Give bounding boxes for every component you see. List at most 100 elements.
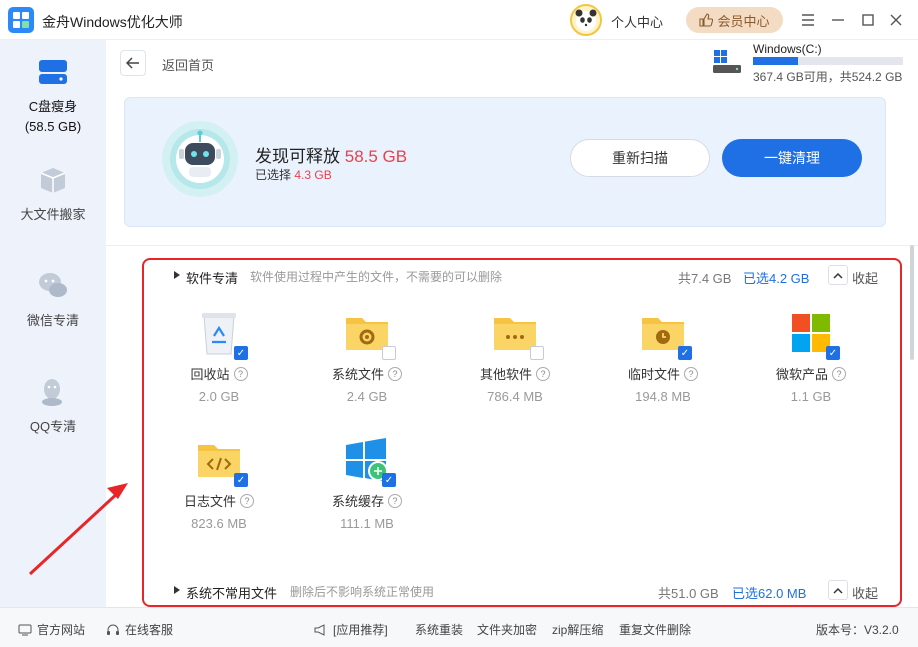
close-icon[interactable] <box>886 10 906 30</box>
footer-link-zip[interactable]: zip解压缩 <box>552 621 603 638</box>
section-header-software[interactable]: 软件专清 软件使用过程中产生的文件，不需要的可以删除 共7.4 GB 已选4.2… <box>144 265 900 287</box>
checkbox-unchecked[interactable]: ✓ <box>530 346 544 360</box>
user-center-link[interactable]: 个人中心 <box>611 12 663 31</box>
help-icon[interactable]: ? <box>240 493 254 508</box>
found-releasable: 发现可释放 58.5 GB <box>255 142 407 167</box>
footer-link-system-reinstall[interactable]: 系统重装 <box>415 621 463 638</box>
checkbox-checked[interactable]: ✓ <box>234 473 248 487</box>
sidebar-item-label: 大文件搬家 <box>20 207 86 222</box>
clean-item-recycle-bin[interactable]: ✓ 回收站? 2.0 GB <box>159 310 279 404</box>
section-header-system-unused[interactable]: 系统不常用文件 删除后不影响系统正常使用 共51.0 GB 已选62.0 MB … <box>144 580 900 602</box>
item-name: 临时文件 <box>627 367 680 382</box>
disk-icon <box>39 60 67 84</box>
windows-drive-icon <box>713 50 741 73</box>
help-icon[interactable]: ? <box>233 366 248 381</box>
scan-summary-card: 发现可释放 58.5 GB 已选择 4.3 GB 重新扫描 一键清理 <box>124 97 886 227</box>
minimize-icon[interactable] <box>828 10 848 30</box>
avatar[interactable] <box>570 4 602 36</box>
expand-triangle-icon <box>174 586 180 594</box>
clean-item-system-cache[interactable]: ✓ 系统缓存? 111.1 MB <box>307 437 427 531</box>
checkbox-unchecked[interactable]: ✓ <box>382 346 396 360</box>
checkbox-checked[interactable]: ✓ <box>234 346 248 360</box>
sidebar-item-wechat-clean[interactable]: 微信专清 <box>0 268 106 329</box>
drive-usage-fill <box>753 57 798 65</box>
menu-icon[interactable] <box>798 10 818 30</box>
wechat-icon <box>39 273 67 297</box>
sidebar-item-label: C盘瘦身 <box>28 99 78 114</box>
clean-item-log-files[interactable]: ✓ 日志文件? 823.6 MB <box>159 437 279 531</box>
rescan-button[interactable]: 重新扫描 <box>570 139 710 177</box>
section-total: 共7.4 GB <box>678 271 732 286</box>
monitor-icon <box>18 624 32 635</box>
section-title: 软件专清 <box>186 271 239 286</box>
drive-usage-bar <box>753 57 903 65</box>
divider <box>106 245 918 246</box>
sidebar-item-qq-clean[interactable]: QQ专清 <box>0 374 106 435</box>
thumbs-up-icon <box>699 13 714 27</box>
item-size: 194.8 MB <box>635 389 691 404</box>
item-name: 回收站 <box>190 367 230 382</box>
item-name: 其他软件 <box>479 367 532 382</box>
main-content: 返回首页 Windows(C:) 367.4 GB可用，共524.2 GB 发现… <box>106 40 918 607</box>
back-home-link[interactable]: 返回首页 <box>162 55 214 74</box>
help-icon[interactable]: ? <box>536 366 550 381</box>
item-size: 2.4 GB <box>346 389 388 404</box>
help-icon[interactable]: ? <box>684 366 698 381</box>
item-size: 2.0 GB <box>198 389 240 404</box>
collapse-button[interactable] <box>828 580 848 600</box>
clean-item-other-software[interactable]: ✓ 其他软件? 786.4 MB <box>455 310 575 404</box>
maximize-icon[interactable] <box>858 10 878 30</box>
section-desc: 软件使用过程中产生的文件，不需要的可以删除 <box>250 270 503 284</box>
selected-total: 已选择 4.3 GB <box>255 166 332 183</box>
item-name: 日志文件 <box>183 494 236 509</box>
megaphone-icon <box>314 623 325 636</box>
collapse-label[interactable]: 收起 <box>852 268 878 287</box>
app-logo-icon <box>8 7 34 33</box>
help-icon[interactable]: ? <box>388 493 402 508</box>
back-button[interactable] <box>120 50 146 76</box>
section-selected: 已选4.2 GB <box>743 271 810 286</box>
checkbox-checked[interactable]: ✓ <box>678 346 692 360</box>
item-name: 系统缓存 <box>331 494 384 509</box>
headset-icon <box>107 624 119 635</box>
app-title: 金舟Windows优化大师 <box>42 14 183 30</box>
drive-name: Windows(C:) <box>753 42 822 56</box>
item-size: 1.1 GB <box>790 389 832 404</box>
clean-item-system-files[interactable]: ✓ 系统文件? 2.4 GB <box>307 310 427 404</box>
panda-avatar-icon <box>575 9 597 31</box>
section-total: 共51.0 GB <box>658 586 719 601</box>
scrollbar[interactable] <box>910 245 914 360</box>
vip-center-label: 会员中心 <box>717 13 770 29</box>
found-prefix: 发现可释放 <box>255 147 340 166</box>
sidebar-item-sub: (58.5 GB) <box>24 119 82 134</box>
official-website-link[interactable]: 官方网站 <box>18 621 85 638</box>
collapse-label[interactable]: 收起 <box>852 583 878 602</box>
box-icon <box>40 168 66 193</box>
chevron-up-icon <box>833 272 843 279</box>
title-bar: 金舟Windows优化大师 个人中心 会员中心 <box>0 0 918 40</box>
one-click-clean-button[interactable]: 一键清理 <box>722 139 862 177</box>
vip-center-button[interactable]: 会员中心 <box>686 7 783 33</box>
clean-categories-panel: 软件专清 软件使用过程中产生的文件，不需要的可以删除 共7.4 GB 已选4.2… <box>142 258 902 607</box>
section-selected: 已选62.0 MB <box>732 586 807 601</box>
sidebar-item-c-drive-slim[interactable]: C盘瘦身 (58.5 GB) <box>0 54 106 134</box>
help-icon[interactable]: ? <box>388 366 402 381</box>
sidebar: C盘瘦身 (58.5 GB) 大文件搬家 微信专清 QQ专清 <box>0 40 106 607</box>
checkbox-checked[interactable]: ✓ <box>826 346 840 360</box>
drive-space-info: 367.4 GB可用，共524.2 GB <box>753 70 903 84</box>
footer-link-duplicate-delete[interactable]: 重复文件删除 <box>619 621 691 638</box>
clean-item-microsoft-products[interactable]: ✓ 微软产品? 1.1 GB <box>751 310 871 404</box>
checkbox-checked[interactable]: ✓ <box>382 473 396 487</box>
collapse-button[interactable] <box>828 265 848 285</box>
official-website-label: 官方网站 <box>37 623 86 637</box>
sidebar-item-large-file-move[interactable]: 大文件搬家 <box>0 162 106 223</box>
section-title: 系统不常用文件 <box>186 586 278 601</box>
help-icon[interactable]: ? <box>832 366 846 381</box>
chevron-up-icon <box>833 587 843 594</box>
robot-icon <box>162 121 238 197</box>
footer-link-folder-encrypt[interactable]: 文件夹加密 <box>477 621 537 638</box>
online-service-link[interactable]: 在线客服 <box>106 621 173 638</box>
clean-item-temp-files[interactable]: ✓ 临时文件? 194.8 MB <box>603 310 723 404</box>
status-bar: 官方网站 在线客服 [应用推荐] 系统重装 文件夹加密 zip解压缩 重复文件删… <box>0 607 918 647</box>
app-recommend[interactable]: [应用推荐] <box>314 621 388 638</box>
